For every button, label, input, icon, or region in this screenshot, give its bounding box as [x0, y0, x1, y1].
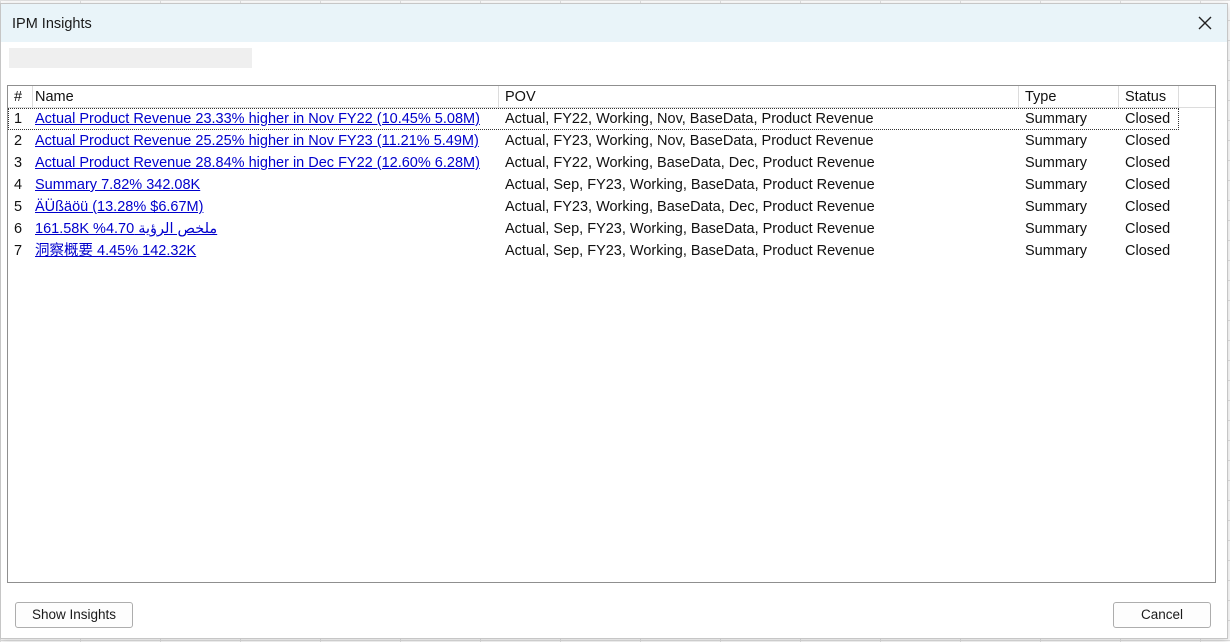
- table-row[interactable]: 5 ÄÜßäöü (13.28% $6.67M) Actual, FY23, W…: [8, 196, 1215, 218]
- row-pov: Actual, FY23, Working, BaseData, Dec, Pr…: [505, 199, 875, 215]
- row-status: Closed: [1125, 177, 1171, 193]
- row-pov: Actual, Sep, FY23, Working, BaseData, Pr…: [505, 243, 875, 259]
- insight-link[interactable]: ÄÜßäöü (13.28% $6.67M): [35, 199, 203, 215]
- insight-link[interactable]: Actual Product Revenue 25.25% higher in …: [35, 133, 479, 149]
- row-number: 3: [14, 155, 23, 171]
- row-pov: Actual, FY22, Working, BaseData, Dec, Pr…: [505, 155, 875, 171]
- row-status: Closed: [1125, 133, 1171, 149]
- row-number: 2: [14, 133, 23, 149]
- insight-link[interactable]: Actual Product Revenue 28.84% higher in …: [35, 155, 480, 171]
- window-title: IPM Insights: [12, 16, 92, 32]
- table-row[interactable]: 2 Actual Product Revenue 25.25% higher i…: [8, 130, 1215, 152]
- row-status: Closed: [1125, 221, 1171, 237]
- insight-link[interactable]: ملخص الرؤية 4.70% 161.58K: [35, 221, 217, 237]
- row-status: Closed: [1125, 111, 1171, 127]
- row-status: Closed: [1125, 155, 1171, 171]
- row-pov: Actual, Sep, FY23, Working, BaseData, Pr…: [505, 177, 875, 193]
- close-icon: [1198, 16, 1212, 30]
- column-header-type[interactable]: Type: [1019, 86, 1119, 108]
- insight-link[interactable]: Actual Product Revenue 23.33% higher in …: [35, 111, 480, 127]
- row-type: Summary: [1025, 221, 1088, 237]
- column-header-name[interactable]: Name: [33, 86, 499, 108]
- row-type: Summary: [1025, 111, 1088, 127]
- table-row[interactable]: 1 Actual Product Revenue 23.33% higher i…: [8, 108, 1215, 130]
- table-row[interactable]: 4 Summary 7.82% 342.08K Actual, Sep, FY2…: [8, 174, 1215, 196]
- row-type: Summary: [1025, 199, 1088, 215]
- row-type: Summary: [1025, 177, 1088, 193]
- row-status: Closed: [1125, 243, 1171, 259]
- row-type: Summary: [1025, 155, 1088, 171]
- column-header-number[interactable]: #: [8, 86, 33, 108]
- close-button[interactable]: [1189, 8, 1221, 38]
- row-type: Summary: [1025, 243, 1088, 259]
- insight-link[interactable]: Summary 7.82% 342.08K: [35, 177, 200, 193]
- table-header: # Name POV Type Status: [8, 86, 1215, 108]
- show-insights-button[interactable]: Show Insights: [15, 602, 133, 628]
- title-bar: IPM Insights: [1, 4, 1227, 42]
- insight-link[interactable]: 洞察概要 4.45% 142.32K: [35, 243, 196, 259]
- row-pov: Actual, FY23, Working, Nov, BaseData, Pr…: [505, 133, 874, 149]
- column-header-filler: [1179, 86, 1215, 108]
- table-row[interactable]: 3 Actual Product Revenue 28.84% higher i…: [8, 152, 1215, 174]
- row-number: 5: [14, 199, 23, 215]
- column-header-pov[interactable]: POV: [499, 86, 1019, 108]
- row-number: 1: [14, 111, 23, 127]
- toolbar-placeholder: [9, 48, 252, 68]
- row-pov: Actual, FY22, Working, Nov, BaseData, Pr…: [505, 111, 874, 127]
- ipm-insights-dialog: IPM Insights # Name POV Type Status 1 Ac…: [0, 3, 1228, 639]
- cancel-button[interactable]: Cancel: [1113, 602, 1211, 628]
- table-row[interactable]: 6 ملخص الرؤية 4.70% 161.58K Actual, Sep,…: [8, 218, 1215, 240]
- row-number: 7: [14, 243, 23, 259]
- row-status: Closed: [1125, 199, 1171, 215]
- table-row[interactable]: 7 洞察概要 4.45% 142.32K Actual, Sep, FY23, …: [8, 240, 1215, 262]
- insights-table: # Name POV Type Status 1 Actual Product …: [7, 85, 1216, 583]
- column-header-status[interactable]: Status: [1119, 86, 1179, 108]
- row-pov: Actual, Sep, FY23, Working, BaseData, Pr…: [505, 221, 875, 237]
- row-number: 6: [14, 221, 23, 237]
- row-number: 4: [14, 177, 23, 193]
- row-type: Summary: [1025, 133, 1088, 149]
